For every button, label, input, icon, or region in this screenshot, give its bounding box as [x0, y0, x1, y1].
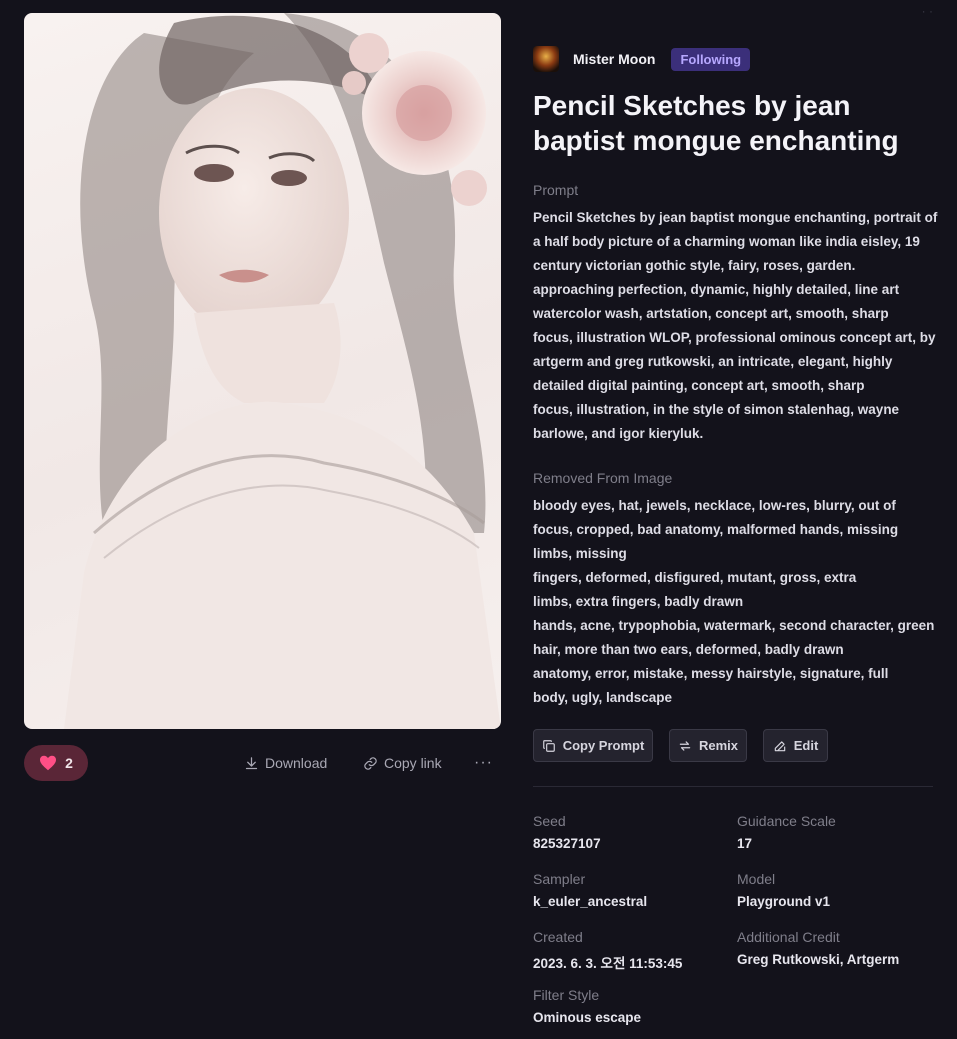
- removed-label: Removed From Image: [533, 470, 673, 486]
- prompt-line: Pencil Sketches by jean baptist mongue e…: [533, 210, 938, 225]
- removed-line: focus, cropped, bad anatomy, malformed h…: [533, 522, 899, 537]
- removed-line: body, ugly, landscape: [533, 690, 673, 705]
- removed-line: hands, acne, trypophobia, watermark, sec…: [533, 618, 935, 633]
- avatar[interactable]: [533, 46, 559, 72]
- meta-value: Ominous escape: [533, 1010, 642, 1025]
- copy-prompt-label: Copy Prompt: [562, 738, 645, 753]
- remix-button[interactable]: Remix: [669, 729, 747, 762]
- removed-line: bloody eyes, hat, jewels, necklace, low-…: [533, 498, 896, 513]
- removed-line: fingers, deformed, disfigured, mutant, g…: [533, 570, 857, 585]
- remix-label: Remix: [698, 738, 739, 753]
- meta-filter-style: Filter Style Ominous escape: [533, 987, 641, 1025]
- meta-value: k_euler_ancestral: [533, 894, 648, 909]
- download-label: Download: [265, 755, 328, 771]
- meta-label: Seed: [533, 813, 566, 829]
- heart-icon: [40, 755, 57, 771]
- portrait-sketch: [64, 13, 501, 729]
- removed-line: limbs, extra fingers, badly drawn: [533, 594, 744, 609]
- removed-line: hair, more than two ears, deformed, badl…: [533, 642, 844, 657]
- meta-seed: Seed 825327107: [533, 813, 601, 851]
- artwork-image[interactable]: [24, 13, 501, 729]
- meta-guidance-scale: Guidance Scale 17: [737, 813, 836, 851]
- meta-value: Playground v1: [737, 894, 831, 909]
- copy-icon: [542, 739, 555, 752]
- author-row: Mister Moon Following: [533, 46, 751, 72]
- download-icon: [245, 756, 258, 769]
- meta-value: 17: [737, 836, 753, 851]
- copy-prompt-button[interactable]: Copy Prompt: [533, 729, 653, 762]
- download-button[interactable]: Download: [244, 745, 327, 781]
- prompt-text: Pencil Sketches by jean baptist mongue e…: [533, 206, 938, 446]
- prompt-label: Prompt: [533, 182, 579, 198]
- image-actions: 2 Download Copy link ···: [24, 745, 501, 781]
- remix-icon: [679, 740, 691, 751]
- divider: [533, 786, 933, 787]
- copy-link-button[interactable]: Copy link: [363, 745, 442, 781]
- meta-value: 825327107: [533, 836, 601, 851]
- page-title: Pencil Sketches by jean baptist mongue e…: [533, 90, 899, 156]
- like-button[interactable]: 2: [24, 745, 88, 781]
- meta-label: Model: [737, 871, 776, 887]
- more-options-button[interactable]: ···: [474, 745, 493, 781]
- meta-created: Created 2023. 6. 3. 오전 11:53:45: [533, 929, 682, 972]
- edit-icon: [774, 740, 785, 751]
- author-name[interactable]: Mister Moon: [573, 51, 655, 67]
- link-icon: [364, 756, 377, 770]
- meta-value: 2023. 6. 3. 오전 11:53:45: [533, 956, 683, 971]
- window-corner-dots: · ·: [921, 4, 933, 18]
- meta-label: Sampler: [533, 871, 586, 887]
- meta-label: Additional Credit: [737, 929, 840, 945]
- prompt-line: approaching perfection, dynamic, highly …: [533, 282, 900, 297]
- prompt-line: barlowe, and igor kieryluk.: [533, 426, 704, 441]
- copy-link-label: Copy link: [384, 755, 442, 771]
- meta-label: Filter Style: [533, 987, 600, 1003]
- meta-sampler: Sampler k_euler_ancestral: [533, 871, 647, 909]
- meta-label: Guidance Scale: [737, 813, 836, 829]
- prompt-line: focus, illustration, in the style of sim…: [533, 402, 900, 417]
- like-count: 2: [65, 755, 73, 771]
- prompt-line: focus, illustration WLOP, professional o…: [533, 330, 936, 345]
- removed-line: anatomy, error, mistake, messy hairstyle…: [533, 666, 889, 681]
- meta-value: Greg Rutkowski, Artgerm: [737, 952, 900, 967]
- edit-label: Edit: [793, 738, 819, 753]
- removed-line: limbs, missing: [533, 546, 627, 561]
- meta-model: Model Playground v1: [737, 871, 830, 909]
- meta-additional-credit: Additional Credit Greg Rutkowski, Artger…: [737, 929, 899, 967]
- meta-label: Created: [533, 929, 583, 945]
- prompt-line: a half body picture of a charming woman …: [533, 234, 920, 249]
- following-button[interactable]: Following: [671, 47, 751, 71]
- prompt-line: artgerm and greg rutkowski, an intricate…: [533, 354, 893, 369]
- removed-text: bloody eyes, hat, jewels, necklace, low-…: [533, 494, 938, 710]
- prompt-line: detailed digital painting, concept art, …: [533, 378, 865, 393]
- prompt-line: watercolor wash, artstation, concept art…: [533, 306, 889, 321]
- prompt-line: century victorian gothic style, fairy, r…: [533, 258, 856, 273]
- edit-button[interactable]: Edit: [763, 729, 828, 762]
